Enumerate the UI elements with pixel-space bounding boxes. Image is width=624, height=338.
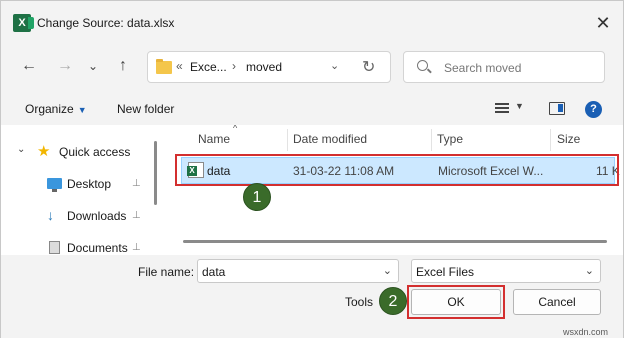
search-input[interactable]: Search moved xyxy=(403,51,605,83)
column-divider[interactable] xyxy=(287,129,288,151)
breadcrumb-moved[interactable]: moved xyxy=(246,60,282,74)
search-icon xyxy=(417,60,428,71)
breadcrumb-overflow[interactable]: « xyxy=(176,59,183,73)
address-bar[interactable]: « Exce... › moved ⌄ ↻ xyxy=(147,51,391,83)
sidebar-item-desktop[interactable]: Desktop ⊥ xyxy=(1,173,151,197)
recent-locations-button[interactable]: ⌄ xyxy=(81,55,105,79)
step-badge-1: 1 xyxy=(243,183,271,211)
sidebar-scrollbar[interactable] xyxy=(154,141,157,205)
file-type-value: Excel Files xyxy=(416,265,475,279)
refresh-icon[interactable]: ↻ xyxy=(362,57,375,77)
column-type[interactable]: Type xyxy=(437,132,463,146)
sidebar-item-label: Desktop xyxy=(67,177,112,191)
navigation-bar: ← → ⌄ ↑ « Exce... › moved ⌄ ↻ Search mov… xyxy=(1,45,623,89)
file-type-select[interactable]: Excel Files ⌄ xyxy=(411,259,601,283)
preview-pane-icon[interactable] xyxy=(549,102,565,115)
star-icon: ★ xyxy=(37,143,51,160)
command-bar: Organize ▼ New folder ▼ ? xyxy=(1,93,623,125)
change-source-dialog: X Change Source: data.xlsx ✕ ← → ⌄ ↑ « E… xyxy=(0,0,624,338)
close-button[interactable]: ✕ xyxy=(591,11,615,35)
sidebar-item-quick-access[interactable]: ⌄ ★ Quick access xyxy=(1,141,151,165)
column-date-modified[interactable]: Date modified xyxy=(293,132,367,146)
cancel-button[interactable]: Cancel xyxy=(513,289,601,315)
excel-app-icon: X xyxy=(13,14,34,32)
new-folder-button[interactable]: New folder xyxy=(117,102,174,116)
row-highlight-box xyxy=(175,154,619,186)
breadcrumb-excel[interactable]: Exce... xyxy=(190,60,227,74)
file-name-value: data xyxy=(202,265,226,279)
documents-icon xyxy=(49,241,60,254)
horizontal-scrollbar[interactable] xyxy=(183,240,607,243)
help-icon[interactable]: ? xyxy=(585,101,602,118)
dialog-footer: File name: data ⌄ Excel Files ⌄ Tools 2 … xyxy=(1,255,623,338)
ok-highlight-box xyxy=(407,285,505,319)
sidebar-item-label: Quick access xyxy=(59,145,131,159)
sidebar-item-downloads[interactable]: ↓ Downloads ⊥ xyxy=(1,205,151,229)
tools-menu[interactable]: Tools xyxy=(345,295,373,309)
navigation-pane: ⌄ ★ Quick access Desktop ⊥ ↓ Downloads ⊥… xyxy=(1,125,165,255)
column-headers: Name ^ Date modified Type Size xyxy=(169,125,623,153)
watermark: wsxdn.com xyxy=(563,327,609,337)
sidebar-item-documents[interactable]: Documents ⊥ xyxy=(1,237,151,255)
search-placeholder: Search moved xyxy=(444,61,522,75)
desktop-icon xyxy=(47,178,62,192)
chevron-down-icon[interactable]: ⌄ xyxy=(383,264,392,277)
sort-ascending-icon: ^ xyxy=(233,125,238,133)
column-size[interactable]: Size xyxy=(557,132,580,146)
column-name[interactable]: Name xyxy=(198,132,230,146)
chevron-down-icon[interactable]: ⌄ xyxy=(17,144,25,155)
pin-icon: ⊥ xyxy=(132,210,141,221)
content-area: ⌄ ★ Quick access Desktop ⊥ ↓ Downloads ⊥… xyxy=(1,125,623,255)
window-title: Change Source: data.xlsx xyxy=(37,16,175,30)
back-button[interactable]: ← xyxy=(17,55,41,79)
pin-icon: ⊥ xyxy=(132,242,141,253)
sidebar-item-label: Documents xyxy=(67,241,128,255)
title-bar: X Change Source: data.xlsx ✕ xyxy=(1,1,623,45)
forward-button[interactable]: → xyxy=(53,55,77,79)
sidebar-item-label: Downloads xyxy=(67,209,127,223)
view-options-icon[interactable] xyxy=(495,103,509,113)
chevron-down-icon[interactable]: ⌄ xyxy=(585,264,594,277)
breadcrumb-separator: › xyxy=(232,59,236,73)
pin-icon: ⊥ xyxy=(132,178,141,189)
column-divider[interactable] xyxy=(431,129,432,151)
folder-icon xyxy=(156,59,172,74)
up-button[interactable]: ↑ xyxy=(111,55,135,79)
address-dropdown-icon[interactable]: ⌄ xyxy=(330,59,339,72)
organize-label: Organize xyxy=(25,102,74,116)
file-name-input[interactable]: data ⌄ xyxy=(197,259,399,283)
view-dropdown-icon[interactable]: ▼ xyxy=(515,101,524,111)
step-badge-2: 2 xyxy=(379,287,407,315)
caret-down-icon: ▼ xyxy=(77,105,87,115)
file-name-label: File name: xyxy=(138,265,195,279)
organize-button[interactable]: Organize ▼ xyxy=(25,102,87,116)
column-divider[interactable] xyxy=(550,129,551,151)
download-icon: ↓ xyxy=(47,207,54,223)
file-list: Name ^ Date modified Type Size data 31-0… xyxy=(169,125,623,255)
